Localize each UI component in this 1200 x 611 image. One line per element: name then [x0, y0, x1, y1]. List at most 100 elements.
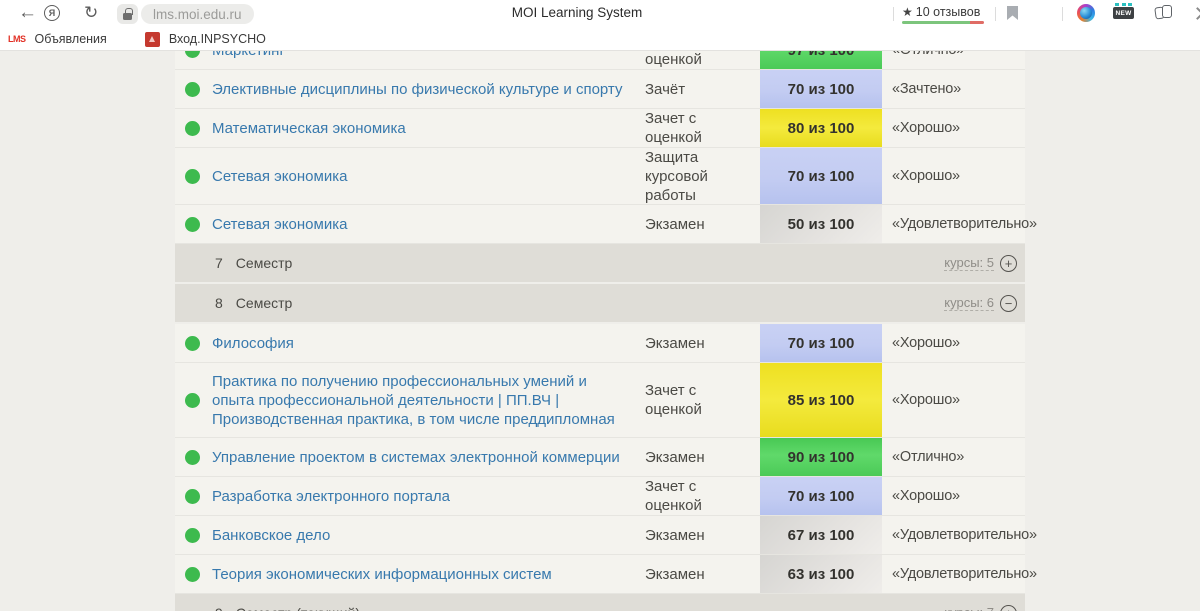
- toolbar-divider: [995, 7, 996, 21]
- page-content: Маркетинг Зачет с оценкой 97 из 100 «Отл…: [0, 51, 1200, 611]
- course-row: Сетевая экономика Экзамен 50 из 100 «Удо…: [175, 205, 1025, 244]
- exam-type: Экзамен: [645, 555, 760, 593]
- exam-type: Зачет с оценкой: [645, 363, 760, 437]
- rating-bar-positive: [902, 21, 970, 24]
- status-dot-icon: [185, 169, 200, 184]
- courses-count-link[interactable]: курсы: 7: [944, 605, 994, 611]
- course-row: Теория экономических информационных сист…: [175, 555, 1025, 594]
- collections-icon[interactable]: [1155, 5, 1173, 20]
- browser-toolbar: ← Я ↻ lms.moi.edu.ru MOI Learning System…: [0, 0, 1200, 28]
- rating-bar: [902, 21, 984, 24]
- course-link[interactable]: Управление проектом в системах электронн…: [212, 448, 620, 467]
- extension-browser-icon[interactable]: [1077, 4, 1095, 22]
- score-cell: 70 из 100: [760, 477, 882, 515]
- semester-title: Семестр: [236, 255, 293, 271]
- star-icon: ★: [902, 5, 913, 19]
- course-link[interactable]: Сетевая экономика: [212, 167, 347, 186]
- status-dot-icon: [185, 121, 200, 136]
- semester-number: 7: [215, 255, 223, 271]
- exam-type: Экзамен: [645, 516, 760, 554]
- exam-type: Экзамен: [645, 324, 760, 362]
- courses-count-link[interactable]: курсы: 6: [944, 295, 994, 311]
- grade-label: «Хорошо»: [882, 148, 1025, 204]
- toolbar-divider: [1062, 7, 1063, 21]
- course-row: Разработка электронного портала Зачет с …: [175, 477, 1025, 516]
- course-link[interactable]: Практика по получению профессиональных у…: [212, 372, 631, 429]
- course-link[interactable]: Теория экономических информационных сист…: [212, 565, 552, 584]
- score-cell: 67 из 100: [760, 516, 882, 554]
- status-dot-icon: [185, 489, 200, 504]
- rating-bar-negative: [970, 21, 984, 24]
- score-cell: 63 из 100: [760, 555, 882, 593]
- lms-favicon: LMS: [8, 34, 26, 44]
- page-title: MOI Learning System: [512, 5, 643, 20]
- grade-label: «Отлично»: [882, 438, 1025, 476]
- course-link[interactable]: Маркетинг: [212, 51, 285, 60]
- reviews-button[interactable]: ★10 отзывов: [902, 5, 980, 19]
- grade-label: «Удовлетворительно»: [882, 555, 1025, 593]
- yandex-icon[interactable]: Я: [44, 5, 60, 21]
- score-cell: 90 из 100: [760, 438, 882, 476]
- course-row: Практика по получению профессиональных у…: [175, 363, 1025, 438]
- semester-row[interactable]: 8 Семестр курсы: 6 −: [175, 284, 1025, 324]
- status-dot-icon: [185, 82, 200, 97]
- score-cell: 85 из 100: [760, 363, 882, 437]
- reviews-count: 10 отзывов: [916, 5, 981, 19]
- exam-type: Экзамен: [645, 438, 760, 476]
- course-link[interactable]: Математическая экономика: [212, 119, 406, 138]
- course-link[interactable]: Элективные дисциплины по физической куль…: [212, 80, 622, 99]
- exam-type: Зачет с оценкой: [645, 109, 760, 147]
- status-dot-icon: [185, 528, 200, 543]
- score-cell: 50 из 100: [760, 205, 882, 243]
- status-dot-icon: [185, 51, 200, 58]
- exam-type: Зачет с оценкой: [645, 477, 760, 515]
- semester-row[interactable]: 9 Семестр (текущий) курсы: 7 +: [175, 594, 1025, 611]
- status-dot-icon: [185, 217, 200, 232]
- grade-label: «Хорошо»: [882, 363, 1025, 437]
- bookmark-inpsycho-login[interactable]: Вход.INPSYCHO: [169, 32, 266, 46]
- expand-icon[interactable]: +: [1000, 605, 1017, 611]
- grade-label: «Хорошо»: [882, 477, 1025, 515]
- course-row: Банковское дело Экзамен 67 из 100 «Удовл…: [175, 516, 1025, 555]
- grade-label: «Зачтено»: [882, 70, 1025, 108]
- address-bar[interactable]: lms.moi.edu.ru: [141, 4, 254, 24]
- semester-title: Семестр: [236, 295, 293, 311]
- course-link[interactable]: Разработка электронного портала: [212, 487, 450, 506]
- score-cell: 80 из 100: [760, 109, 882, 147]
- course-row: Маркетинг Зачет с оценкой 97 из 100 «Отл…: [175, 51, 1025, 70]
- collapse-icon[interactable]: −: [1000, 295, 1017, 312]
- semester-number: 9: [215, 605, 223, 611]
- status-dot-icon: [185, 567, 200, 582]
- semester-row[interactable]: 7 Семестр курсы: 5 +: [175, 244, 1025, 284]
- status-dot-icon: [185, 393, 200, 408]
- exam-type: Зачёт: [645, 70, 760, 108]
- course-row: Элективные дисциплины по физической куль…: [175, 70, 1025, 109]
- courses-count-link[interactable]: курсы: 5: [944, 255, 994, 271]
- course-link[interactable]: Философия: [212, 334, 294, 353]
- bookmarks-bar: LMS Объявления Вход.INPSYCHO: [0, 28, 1200, 51]
- course-link[interactable]: Сетевая экономика: [212, 215, 347, 234]
- lock-icon: [123, 13, 132, 20]
- expand-icon[interactable]: +: [1000, 255, 1017, 272]
- new-extension-icon[interactable]: NEW: [1113, 3, 1134, 19]
- ssl-lock-chip[interactable]: [117, 4, 138, 24]
- exam-type: Экзамен: [645, 205, 760, 243]
- overflow-chevron-icon[interactable]: [1191, 7, 1200, 20]
- score-cell: 70 из 100: [760, 148, 882, 204]
- grade-label: «Удовлетворительно»: [882, 516, 1025, 554]
- course-row: Математическая экономика Зачет с оценкой…: [175, 109, 1025, 148]
- grade-label: «Удовлетворительно»: [882, 205, 1025, 243]
- grades-table: Маркетинг Зачет с оценкой 97 из 100 «Отл…: [175, 51, 1025, 611]
- course-row: Сетевая экономика Защита курсовой работы…: [175, 148, 1025, 205]
- back-button[interactable]: ←: [18, 3, 37, 23]
- course-row: Философия Экзамен 70 из 100 «Хорошо»: [175, 324, 1025, 363]
- inpsycho-favicon: [145, 32, 160, 47]
- status-dot-icon: [185, 450, 200, 465]
- bookmark-announcements[interactable]: Объявления: [35, 32, 107, 46]
- toolbar-divider: [893, 7, 894, 21]
- new-badge: NEW: [1113, 7, 1134, 19]
- bookmark-icon[interactable]: [1007, 6, 1018, 20]
- extension-browser-icon-inner: [1080, 7, 1092, 19]
- course-link[interactable]: Банковское дело: [212, 526, 330, 545]
- reload-button[interactable]: ↻: [84, 3, 98, 23]
